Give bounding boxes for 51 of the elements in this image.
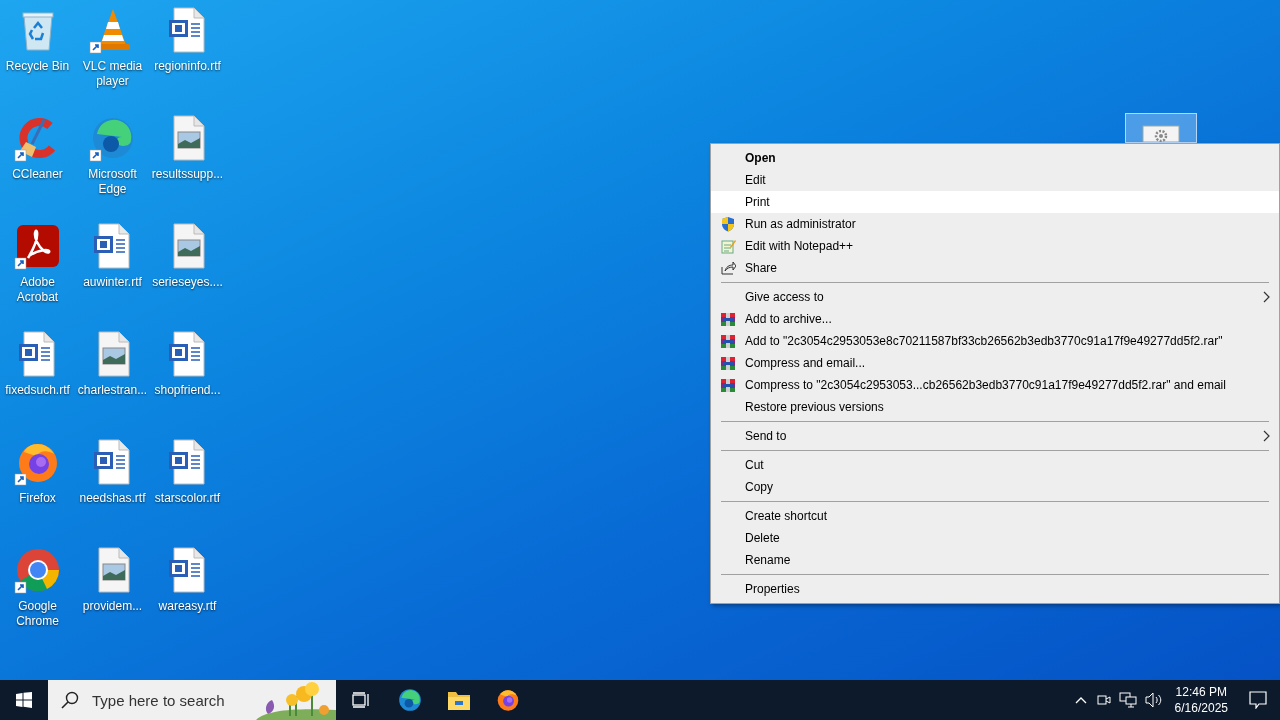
- notepad-icon: [720, 238, 736, 254]
- menu-item[interactable]: Send to: [711, 425, 1279, 447]
- icon-label[interactable]: fixedsuch.rtf: [3, 383, 72, 398]
- menu-item[interactable]: Rename: [711, 549, 1279, 571]
- menu-item[interactable]: Open: [711, 147, 1279, 169]
- chevron-up-icon[interactable]: [1074, 696, 1087, 704]
- icon-label[interactable]: Firefox: [17, 491, 58, 506]
- search-input[interactable]: Type here to search: [90, 690, 254, 710]
- pdf-icon[interactable]: [13, 222, 62, 270]
- archive-icon: [720, 355, 736, 371]
- shield-icon: [720, 216, 736, 232]
- browser-icon: [396, 687, 423, 713]
- menu-item[interactable]: Add to "2c3054c2953053e8c70211587bf33cb26562b3edb3770c91a17f9e49277dd5f2.rar": [711, 330, 1279, 352]
- icon-label[interactable]: providem...: [80, 599, 145, 614]
- menu-item[interactable]: Edit with Notepad++: [711, 235, 1279, 257]
- menu-item[interactable]: Give access to: [711, 286, 1279, 308]
- speaker-icon[interactable]: [1144, 692, 1163, 708]
- icon-label[interactable]: charlestran...: [75, 383, 150, 398]
- icon-label[interactable]: needshas.rtf: [77, 491, 148, 506]
- menu-item[interactable]: Run as administrator: [711, 213, 1279, 235]
- menu-item[interactable]: Print: [711, 191, 1279, 213]
- camera-icon[interactable]: [1094, 692, 1111, 708]
- menu-item[interactable]: Properties: [711, 578, 1279, 600]
- icon-label[interactable]: wareasy.rtf: [156, 599, 219, 614]
- menu-item[interactable]: Add to archive...: [711, 308, 1279, 330]
- icon-label[interactable]: shopfriend...: [152, 383, 223, 398]
- icon-label[interactable]: starscolor.rtf: [152, 491, 223, 506]
- menu-item[interactable]: Create shortcut: [711, 505, 1279, 527]
- menu-item[interactable]: Compress to "2c3054c2953053...cb26562b3edb3770c91a17f9e49277dd5f2.rar" and email: [711, 374, 1279, 396]
- menu-item[interactable]: Cut: [711, 454, 1279, 476]
- search-icon: [61, 691, 79, 709]
- archive-icon: [720, 333, 736, 349]
- task-view-icon: [351, 692, 370, 708]
- icon-label[interactable]: Google Chrome: [0, 599, 75, 629]
- folder-icon: [446, 689, 471, 711]
- chat-bubble-icon: [1249, 691, 1267, 709]
- archive-icon: [720, 311, 736, 327]
- archive-icon: [720, 377, 736, 393]
- menu-item[interactable]: Copy: [711, 476, 1279, 498]
- icon-label[interactable]: serieseyes....: [150, 275, 225, 290]
- menu-item[interactable]: Edit: [711, 169, 1279, 191]
- menu-item[interactable]: Compress and email...: [711, 352, 1279, 374]
- menu-item[interactable]: Restore previous versions: [711, 396, 1279, 418]
- menu-item[interactable]: Share: [711, 257, 1279, 279]
- browser-icon[interactable]: [13, 546, 62, 594]
- windows-logo-icon: [16, 692, 32, 708]
- clock[interactable]: 12:46 PM 6/16/2025: [1174, 684, 1228, 716]
- search-field[interactable]: Type here to search: [48, 680, 336, 720]
- network-icon[interactable]: [1118, 692, 1137, 708]
- share-icon: [720, 260, 736, 276]
- menu-item[interactable]: Delete: [711, 527, 1279, 549]
